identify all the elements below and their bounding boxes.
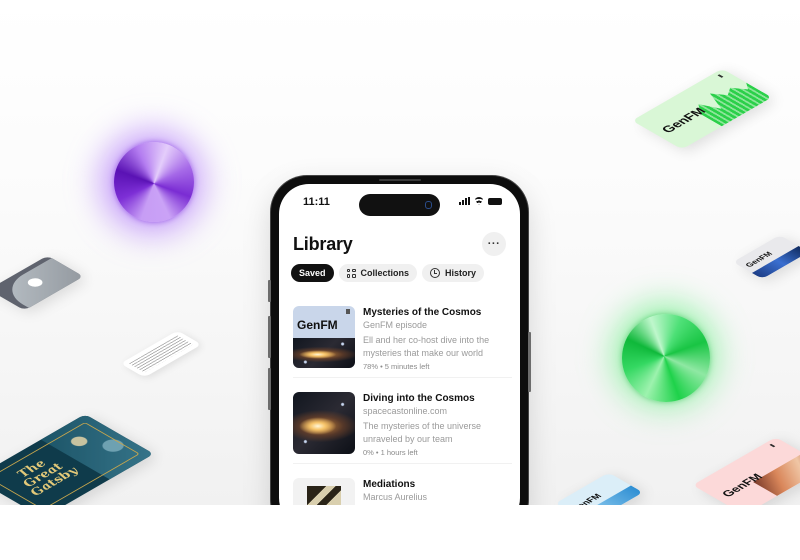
- item-description: The mysteries of the universe unraveled …: [363, 421, 482, 444]
- phone-speaker-grille: [379, 179, 421, 181]
- item-title: Diving into the Cosmos: [363, 393, 475, 404]
- item-subtitle: spacecastonline.com: [363, 406, 448, 416]
- item-description: Ell and her co-host dive into the myster…: [363, 335, 490, 358]
- list-item[interactable]: GenFM Mysteries of the Cosmos GenFM epis…: [293, 292, 512, 378]
- item-info: Mysteries of the Cosmos GenFM episode El…: [363, 306, 512, 372]
- purple-orb: [114, 142, 194, 222]
- phone-volume-down-button: [268, 368, 271, 410]
- item-progress: 78% • 5 minutes left: [363, 362, 430, 371]
- item-thumbnail: [293, 478, 355, 505]
- floating-card-genfm-lightblue: GenFM: [554, 472, 644, 505]
- tab-label: Saved: [299, 268, 326, 278]
- document-text-lines: [129, 335, 193, 373]
- more-options-button[interactable]: ···: [482, 232, 506, 256]
- library-header: Library ···: [293, 232, 506, 262]
- page-title: Library: [293, 234, 353, 254]
- floating-card-video: [0, 255, 84, 311]
- item-title: Mysteries of the Cosmos: [363, 307, 482, 318]
- galaxy-image: [293, 392, 355, 454]
- tab-saved[interactable]: Saved: [291, 264, 334, 282]
- status-icons: [459, 197, 502, 205]
- phone-power-button: [528, 332, 531, 392]
- floating-card-genfm-pink: GenFM II: [692, 437, 800, 505]
- history-icon: [430, 268, 441, 278]
- item-subtitle: GenFM episode: [363, 320, 428, 330]
- phone-screen: 11:11 Library ··· Saved Collections Hist…: [279, 184, 520, 505]
- list-item[interactable]: Diving into the Cosmos spacecastonline.c…: [293, 378, 512, 464]
- phone-mockup: 11:11 Library ··· Saved Collections Hist…: [268, 176, 531, 505]
- signal-icon: [459, 197, 470, 205]
- status-bar: 11:11: [279, 184, 520, 220]
- thumbnail-label: GenFM: [297, 318, 338, 332]
- status-time: 11:11: [303, 196, 330, 208]
- bottom-blank-area: [0, 505, 800, 560]
- tab-collections[interactable]: Collections: [338, 264, 418, 282]
- item-progress: 0% • 1 hours left: [363, 448, 418, 457]
- galaxy-image: [293, 338, 355, 368]
- floating-card-genfm-blue: GenFM: [732, 235, 800, 279]
- more-icon: ···: [487, 238, 501, 250]
- item-subtitle: Marcus Aurelius: [363, 492, 428, 502]
- waveform-graphic: [687, 78, 772, 127]
- promo-scene: GenFM II GenFM GenFM GenFM II The Great …: [0, 0, 800, 505]
- camera-indicator-icon: [425, 201, 432, 209]
- battery-icon: [488, 197, 502, 205]
- tab-history[interactable]: History: [422, 264, 485, 282]
- item-title: Mediations: [363, 479, 416, 490]
- tab-label: History: [445, 268, 477, 278]
- grid-icon: [346, 268, 356, 278]
- pause-icon: [346, 309, 350, 314]
- tab-label: Collections: [360, 268, 410, 278]
- list-item[interactable]: Mediations Marcus Aurelius: [293, 464, 512, 505]
- green-orb: [622, 314, 710, 402]
- item-thumbnail: GenFM: [293, 306, 355, 368]
- floating-card-genfm-green: GenFM II: [632, 68, 772, 150]
- card-label: GenFM: [657, 105, 709, 135]
- book-art-image: [307, 486, 341, 505]
- dynamic-island: [359, 194, 440, 216]
- library-tabs: Saved Collections History: [291, 264, 485, 282]
- floating-card-book-cover: The Great Gatsby: [0, 414, 154, 505]
- item-info: Mediations Marcus Aurelius: [363, 478, 512, 504]
- item-thumbnail: [293, 392, 355, 454]
- card-image: [753, 452, 800, 496]
- phone-volume-up-button: [268, 316, 271, 358]
- library-list: GenFM Mysteries of the Cosmos GenFM epis…: [279, 292, 520, 505]
- floating-card-document: [120, 330, 202, 378]
- wifi-icon: [474, 197, 484, 205]
- item-info: Diving into the Cosmos spacecastonline.c…: [363, 392, 512, 458]
- phone-side-button: [268, 280, 271, 302]
- pause-icon: II: [768, 444, 777, 449]
- pause-icon: II: [716, 74, 725, 80]
